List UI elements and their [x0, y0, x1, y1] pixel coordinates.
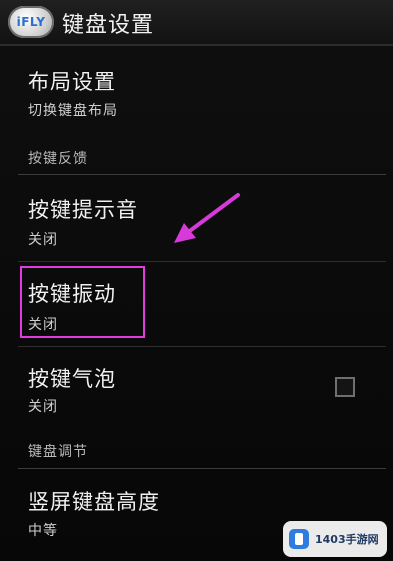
pref-key-bubble-summary: 关闭: [28, 399, 58, 415]
category-divider: [18, 468, 386, 469]
category-key-feedback: 按键反馈: [28, 151, 88, 167]
pref-key-sound-title: 按键提示音: [28, 198, 138, 222]
category-keyboard-adjust: 键盘调节: [28, 444, 88, 460]
highlight-box: [20, 266, 145, 338]
watermark-text: 1403手游网: [315, 533, 379, 546]
key-bubble-checkbox[interactable]: [335, 377, 355, 397]
pref-key-sound[interactable]: 按键提示音 关闭: [0, 176, 393, 260]
ifly-app-icon[interactable]: iFLY: [8, 6, 54, 38]
site-watermark: 1403手游网: [283, 521, 387, 557]
pref-portrait-height-summary: 中等: [28, 523, 58, 539]
pref-layout[interactable]: 布局设置 切换键盘布局: [0, 46, 393, 132]
pref-portrait-height-title: 竖屏键盘高度: [28, 490, 160, 514]
ifly-logo-text: iFLY: [16, 15, 46, 29]
pref-key-bubble-title: 按键气泡: [28, 367, 116, 391]
page-title: 键盘设置: [62, 13, 155, 38]
category-divider: [18, 174, 386, 175]
action-bar: iFLY 键盘设置: [0, 0, 393, 46]
pref-key-sound-summary: 关闭: [28, 232, 58, 248]
screen: iFLY 键盘设置 布局设置 切换键盘布局 按键反馈 按键提示音 关闭 按键振动…: [0, 0, 393, 561]
watermark-logo-icon: [289, 529, 309, 549]
pref-layout-title: 布局设置: [28, 70, 116, 94]
pref-layout-summary: 切换键盘布局: [28, 103, 118, 119]
